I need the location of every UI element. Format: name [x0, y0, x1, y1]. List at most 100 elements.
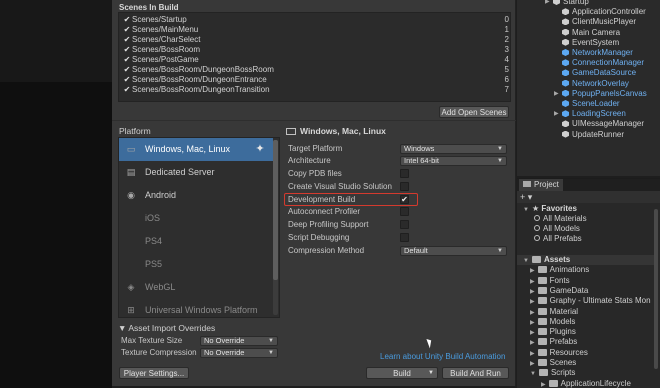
- asset-folder[interactable]: ▶ Fonts: [530, 276, 570, 286]
- scene-checkbox[interactable]: ✔: [123, 25, 131, 35]
- copy-pdb-checkbox[interactable]: [400, 169, 409, 178]
- hierarchy-item[interactable]: SceneLoader: [562, 99, 620, 109]
- scene-row[interactable]: ✔ Scenes/BossRoom/DungeonEntrance 6: [123, 75, 509, 85]
- add-open-scenes-button[interactable]: Add Open Scenes: [439, 106, 509, 118]
- platform-item[interactable]: ◈ WebGL: [119, 276, 273, 299]
- hierarchy-item[interactable]: ApplicationController: [562, 7, 646, 17]
- max-texture-size-dropdown[interactable]: No Override ▼: [200, 336, 278, 346]
- chevron-right-icon[interactable]: ▶: [530, 310, 535, 316]
- expand-arrow-icon[interactable]: ▶: [554, 89, 559, 99]
- chevron-right-icon[interactable]: ▶: [530, 268, 535, 274]
- platform-item[interactable]: iOS: [119, 207, 273, 230]
- scene-checkbox[interactable]: ✔: [123, 15, 131, 25]
- asset-folder[interactable]: ▶ Graphy - Ultimate Stats Mon: [530, 296, 651, 306]
- chevron-right-icon[interactable]: ▶: [530, 361, 535, 367]
- asset-folder[interactable]: ▶ Material: [530, 307, 578, 317]
- asset-folder[interactable]: ▶ Plugins: [530, 327, 576, 337]
- chevron-right-icon[interactable]: ▶: [530, 289, 535, 295]
- platform-item[interactable]: ⊞ Universal Windows Platform: [119, 299, 273, 317]
- hierarchy-item[interactable]: ClientMusicPlayer: [562, 17, 636, 27]
- asset-folder[interactable]: ▶ ApplicationLifecycle: [541, 379, 631, 388]
- scene-index: 1: [504, 25, 509, 34]
- assets-header[interactable]: ▼ Assets: [517, 255, 655, 265]
- hierarchy-item[interactable]: NetworkManager: [562, 48, 633, 58]
- hierarchy-item[interactable]: NetworkOverlay: [562, 79, 629, 89]
- asset-folder[interactable]: ▶ Animations: [530, 265, 589, 275]
- chevron-right-icon[interactable]: ▶: [530, 299, 535, 305]
- architecture-dropdown[interactable]: Intel 64-bit ▼: [400, 156, 507, 166]
- scene-checkbox[interactable]: ✔: [123, 65, 131, 75]
- hierarchy-item[interactable]: ▶ Startup: [545, 0, 589, 7]
- asset-folder[interactable]: ▶ Scenes: [530, 358, 576, 368]
- deep-profiling-checkbox[interactable]: [400, 220, 409, 229]
- platform-list[interactable]: ⊞ Universal Windows Platform ◈ WebGL PS5 PS4 i…: [118, 137, 280, 318]
- hierarchy-item[interactable]: ConnectionManager: [562, 58, 644, 68]
- compression-dropdown[interactable]: Default ▼: [400, 246, 507, 256]
- expand-arrow-icon[interactable]: ▶: [554, 109, 559, 119]
- script-debugging-checkbox[interactable]: [400, 233, 409, 242]
- platform-item[interactable]: PS4: [119, 230, 273, 253]
- expand-arrow-icon[interactable]: ▶: [545, 0, 550, 7]
- scene-row[interactable]: ✔ Scenes/Startup 0: [123, 15, 509, 25]
- scene-checkbox[interactable]: ✔: [123, 35, 131, 45]
- scene-row[interactable]: ✔ Scenes/PostGame 4: [123, 55, 509, 65]
- hierarchy-item[interactable]: ▶ LoadingScreen: [554, 109, 626, 119]
- scene-row[interactable]: ✔ Scenes/MainMenu 1: [123, 25, 509, 35]
- favorites-header[interactable]: ▼ ★ Favorites: [523, 204, 577, 214]
- asset-folder[interactable]: ▶ Models: [530, 317, 575, 327]
- platform-item[interactable]: ▤ Dedicated Server: [119, 161, 273, 184]
- chevron-down-icon[interactable]: ▼: [530, 371, 536, 377]
- favorite-item[interactable]: All Materials: [534, 214, 587, 224]
- platform-item[interactable]: ◉ Android: [119, 184, 273, 207]
- hierarchy-item[interactable]: Main Camera: [562, 28, 620, 38]
- folder-icon: [537, 338, 547, 346]
- chevron-right-icon[interactable]: ▶: [530, 330, 535, 336]
- asset-folder[interactable]: ▶ Prefabs: [530, 337, 577, 347]
- scenes-in-build-heading: Scenes In Build: [119, 3, 179, 12]
- build-and-run-button[interactable]: Build And Run: [442, 367, 509, 379]
- platform-scrollbar[interactable]: [273, 140, 278, 315]
- chevron-right-icon[interactable]: ▶: [530, 340, 535, 346]
- scene-checkbox[interactable]: ✔: [123, 45, 131, 55]
- asset-folder-label: Prefabs: [549, 337, 578, 347]
- hierarchy-item[interactable]: ▶ PopupPanelsCanvas: [554, 89, 647, 99]
- asset-folder[interactable]: ▶ Resources: [530, 348, 588, 358]
- hierarchy-item[interactable]: GameDataSource: [562, 68, 636, 78]
- favorite-item[interactable]: All Models: [534, 224, 580, 234]
- platform-item[interactable]: ▭ Windows, Mac, Linux ✦: [119, 138, 273, 161]
- texture-compression-dropdown[interactable]: No Override ▼: [200, 348, 278, 358]
- scene-name: Scenes/MainMenu: [132, 25, 199, 34]
- hierarchy-item[interactable]: EventSystem: [562, 38, 619, 48]
- asset-folder[interactable]: ▶ GameData: [530, 286, 588, 296]
- scene-row[interactable]: ✔ Scenes/BossRoom 3: [123, 45, 509, 55]
- scene-checkbox[interactable]: ✔: [123, 55, 131, 65]
- autoconnect-profiler-checkbox[interactable]: [400, 207, 409, 216]
- scene-row[interactable]: ✔ Scenes/BossRoom/DungeonTransition 7: [123, 85, 509, 95]
- target-platform-dropdown[interactable]: Windows ▼: [400, 144, 507, 154]
- max-texture-size-value: No Override: [204, 336, 245, 345]
- create-vs-checkbox[interactable]: [400, 182, 409, 191]
- chevron-right-icon[interactable]: ▶: [541, 382, 546, 388]
- asset-folder[interactable]: ▼ Scripts: [530, 368, 575, 378]
- project-scrollbar[interactable]: [654, 209, 658, 369]
- chevron-right-icon[interactable]: ▶: [530, 320, 535, 326]
- asset-import-overrides-heading[interactable]: ▼ Asset Import Overrides: [118, 323, 215, 333]
- hierarchy-item[interactable]: UpdateRunner: [562, 130, 624, 140]
- chevron-right-icon[interactable]: ▶: [530, 351, 535, 357]
- scene-checkbox[interactable]: ✔: [123, 75, 131, 85]
- hierarchy-item[interactable]: UIMessageManager: [562, 119, 644, 129]
- scenes-list[interactable]: ✔ Scenes/Startup 0 ✔ Scenes/MainMenu 1 ✔ Scenes…: [118, 12, 511, 102]
- scene-name: Scenes/CharSelect: [132, 35, 201, 44]
- platform-item[interactable]: PS5: [119, 253, 273, 276]
- chevron-right-icon[interactable]: ▶: [530, 279, 535, 285]
- scrollbar-thumb[interactable]: [273, 140, 278, 280]
- scene-row[interactable]: ✔ Scenes/BossRoom/DungeonBossRoom 5: [123, 65, 509, 75]
- build-button[interactable]: Build ▼: [366, 367, 438, 379]
- learn-build-automation-link[interactable]: Learn about Unity Build Automation: [380, 352, 505, 361]
- project-tab[interactable]: Project: [519, 179, 563, 191]
- scene-checkbox[interactable]: ✔: [123, 85, 131, 95]
- add-asset-button[interactable]: + ▾: [520, 191, 532, 203]
- scene-row[interactable]: ✔ Scenes/CharSelect 2: [123, 35, 509, 45]
- player-settings-button[interactable]: Player Settings...: [119, 367, 189, 379]
- favorite-item[interactable]: All Prefabs: [534, 234, 582, 244]
